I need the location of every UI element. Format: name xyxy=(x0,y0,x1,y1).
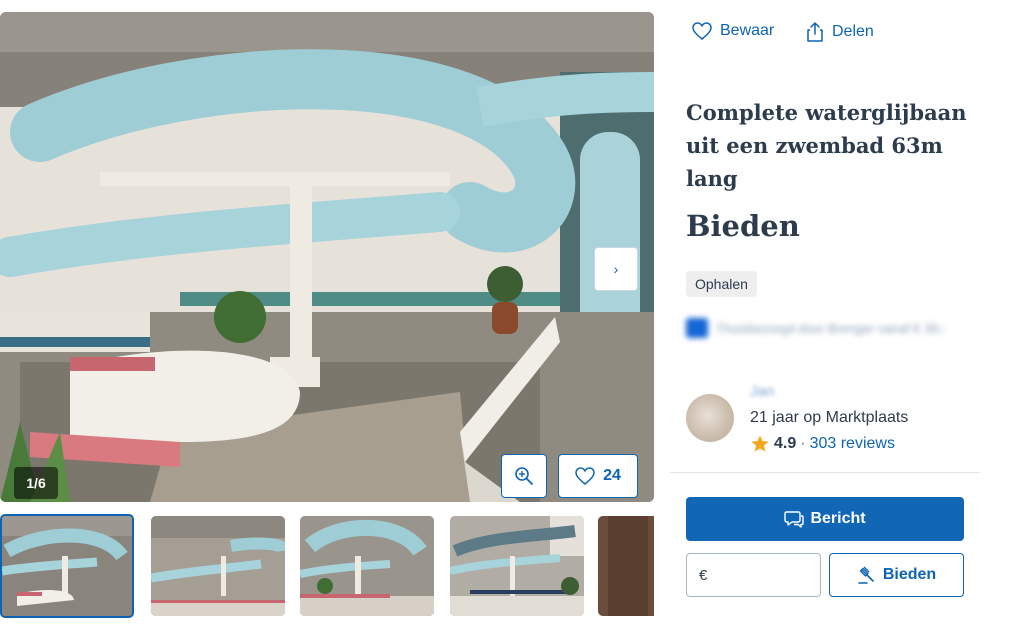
photo-counter: 1/6 xyxy=(14,467,58,499)
thumbnail[interactable] xyxy=(0,514,134,618)
chat-icon xyxy=(784,511,805,528)
listing-price: Bieden xyxy=(686,209,800,243)
favorite-button[interactable]: 24 xyxy=(558,454,638,498)
shipping-info[interactable]: Thuisbezorgd door Brenger vanaf € 39,- xyxy=(686,318,947,338)
star-icon xyxy=(751,435,769,452)
heart-icon xyxy=(575,467,595,485)
bid-amount-field[interactable]: € xyxy=(686,553,821,597)
favorite-count: 24 xyxy=(603,467,621,484)
thumbnail[interactable] xyxy=(450,516,584,616)
delivery-badge: Ophalen xyxy=(686,271,757,297)
share-label: Delen xyxy=(832,23,874,40)
gavel-icon xyxy=(858,566,874,584)
avatar[interactable] xyxy=(686,394,734,442)
share-button[interactable]: Delen xyxy=(806,22,874,42)
currency-symbol: € xyxy=(699,566,708,584)
save-label: Bewaar xyxy=(720,22,775,39)
chevron-right-icon: › xyxy=(613,261,619,277)
divider xyxy=(670,472,980,473)
listing-page: 1/6 › 24 Bewaar Delen Complete waterglij… xyxy=(0,0,1010,627)
truck-icon xyxy=(686,318,708,338)
separator: · xyxy=(800,435,806,452)
shipping-text: Thuisbezorgd door Brenger vanaf € 39,- xyxy=(716,320,947,336)
message-label: Bericht xyxy=(810,510,866,527)
next-photo-button[interactable]: › xyxy=(594,247,638,291)
bid-label: Bieden xyxy=(882,566,937,583)
message-button[interactable]: Bericht xyxy=(686,497,964,541)
photo-gallery[interactable]: 1/6 › 24 xyxy=(0,12,654,502)
seller-name[interactable]: Jan xyxy=(750,383,774,400)
share-icon xyxy=(807,22,823,42)
thumbnail[interactable] xyxy=(598,516,654,616)
thumbnail[interactable] xyxy=(151,516,285,616)
zoom-in-icon xyxy=(515,467,533,485)
seller-rating: 4.9 · 303 reviews xyxy=(750,434,895,454)
save-button[interactable]: Bewaar xyxy=(692,22,774,40)
zoom-button[interactable] xyxy=(501,454,547,498)
bid-button[interactable]: Bieden xyxy=(829,553,964,597)
seller-years: 21 jaar op Marktplaats xyxy=(750,409,909,426)
main-photo[interactable] xyxy=(0,12,654,502)
listing-title: Complete waterglijbaan uit een zwembad 6… xyxy=(686,100,967,191)
thumbnail[interactable] xyxy=(300,516,434,616)
heart-icon xyxy=(692,22,712,40)
thumbnail-strip xyxy=(0,514,654,618)
reviews-link[interactable]: 303 reviews xyxy=(810,435,895,453)
rating-value: 4.9 xyxy=(774,435,797,452)
